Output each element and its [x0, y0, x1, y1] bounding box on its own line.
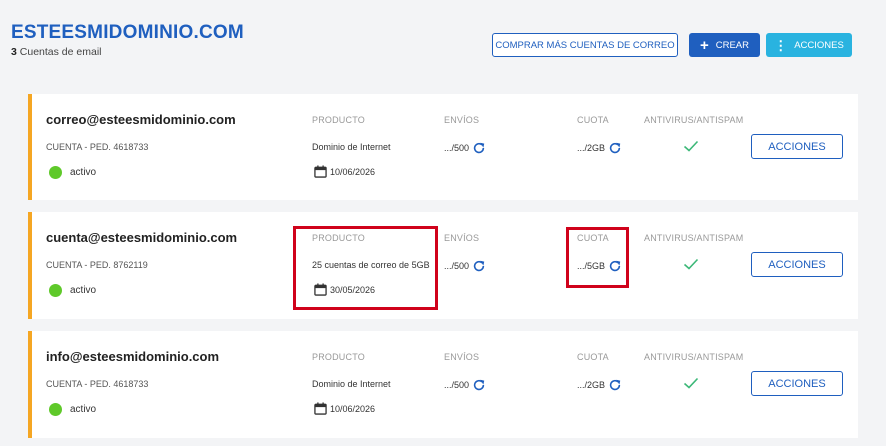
status-text: activo: [70, 285, 97, 296]
account-email: correo@esteesmidominio.com: [46, 112, 236, 127]
account-email: cuenta@esteesmidominio.com: [46, 230, 238, 245]
status-dot: [49, 166, 62, 179]
quota-value: .../2GB: [577, 378, 622, 392]
status-dot: [49, 284, 62, 297]
quota-value-text: .../2GB: [577, 380, 606, 390]
buy-more-accounts-button[interactable]: COMPRAR MÁS CUENTAS DE CORREO: [492, 33, 678, 57]
product-date: 10/06/2026: [330, 404, 376, 414]
page-header: ESTEESMIDOMINIO.COM 3 Cuentas de email C…: [0, 0, 886, 80]
account-actions-button[interactable]: ACCIONES: [751, 371, 843, 396]
checkmark-icon: [683, 258, 699, 270]
sends-label: ENVÍOS: [444, 352, 480, 362]
antivirus-label: ANTIVIRUS/ANTISPAM: [644, 233, 744, 243]
status-text: activo: [70, 167, 97, 178]
refresh-icon[interactable]: [472, 141, 486, 155]
domain-title: ESTEESMIDOMINIO.COM: [11, 22, 244, 43]
sends-value-text: .../500: [444, 143, 470, 153]
sends-value: .../500: [444, 259, 486, 273]
account-order-ref: CUENTA - PED. 4618733: [46, 379, 149, 389]
vertical-dots-icon: ⋮: [774, 37, 788, 53]
calendar-icon: [314, 402, 327, 415]
refresh-icon[interactable]: [472, 378, 486, 392]
product-name: Dominio de Internet: [312, 379, 391, 389]
account-count: 3 Cuentas de email: [11, 46, 101, 58]
account-order-ref: CUENTA - PED. 8762119: [46, 260, 148, 270]
header-actions-label: ACCIONES: [794, 39, 844, 51]
product-name: Dominio de Internet: [312, 142, 391, 152]
checkmark-icon: [683, 140, 699, 152]
account-count-label: Cuentas de email: [19, 46, 102, 58]
account-count-number: 3: [11, 46, 17, 58]
sends-value-text: .../500: [444, 380, 470, 390]
checkmark-icon: [683, 377, 699, 389]
account-actions-label: ACCIONES: [768, 140, 826, 153]
account-actions-label: ACCIONES: [768, 258, 826, 271]
refresh-icon[interactable]: [608, 378, 622, 392]
refresh-icon[interactable]: [608, 141, 622, 155]
account-actions-button[interactable]: ACCIONES: [751, 134, 843, 159]
plus-icon: +: [699, 36, 709, 54]
sends-label: ENVÍOS: [444, 115, 480, 125]
sends-value-text: .../500: [444, 261, 470, 271]
email-account-card: info@esteesmidominio.com CUENTA - PED. 4…: [28, 331, 858, 438]
status-dot: [49, 403, 62, 416]
buy-more-accounts-label: COMPRAR MÁS CUENTAS DE CORREO: [495, 39, 675, 51]
quota-value-text: .../2GB: [577, 143, 606, 153]
product-label: PRODUCTO: [312, 352, 365, 362]
calendar-icon: [314, 165, 327, 178]
quota-highlight-box: [566, 227, 629, 288]
product-highlight-box: [293, 226, 438, 310]
account-actions-label: ACCIONES: [768, 377, 826, 390]
antivirus-label: ANTIVIRUS/ANTISPAM: [644, 352, 744, 362]
product-date: 10/06/2026: [330, 167, 376, 177]
quota-label: CUOTA: [577, 115, 609, 125]
sends-label: ENVÍOS: [444, 233, 480, 243]
quota-value: .../2GB: [577, 141, 622, 155]
quota-label: CUOTA: [577, 352, 609, 362]
account-order-ref: CUENTA - PED. 4618733: [46, 142, 149, 152]
email-account-card: cuenta@esteesmidominio.com CUENTA - PED.…: [28, 212, 858, 319]
account-actions-button[interactable]: ACCIONES: [751, 252, 843, 277]
sends-value: .../500: [444, 141, 486, 155]
product-label: PRODUCTO: [312, 115, 365, 125]
create-button[interactable]: + CREAR: [689, 33, 760, 57]
account-email: info@esteesmidominio.com: [46, 349, 220, 364]
refresh-icon[interactable]: [472, 259, 486, 273]
antivirus-label: ANTIVIRUS/ANTISPAM: [644, 115, 744, 125]
header-actions-button[interactable]: ⋮ ACCIONES: [766, 33, 852, 57]
email-account-card: correo@esteesmidominio.com CUENTA - PED.…: [28, 94, 858, 200]
create-label: CREAR: [715, 39, 750, 51]
status-text: activo: [70, 404, 97, 415]
sends-value: .../500: [444, 378, 486, 392]
